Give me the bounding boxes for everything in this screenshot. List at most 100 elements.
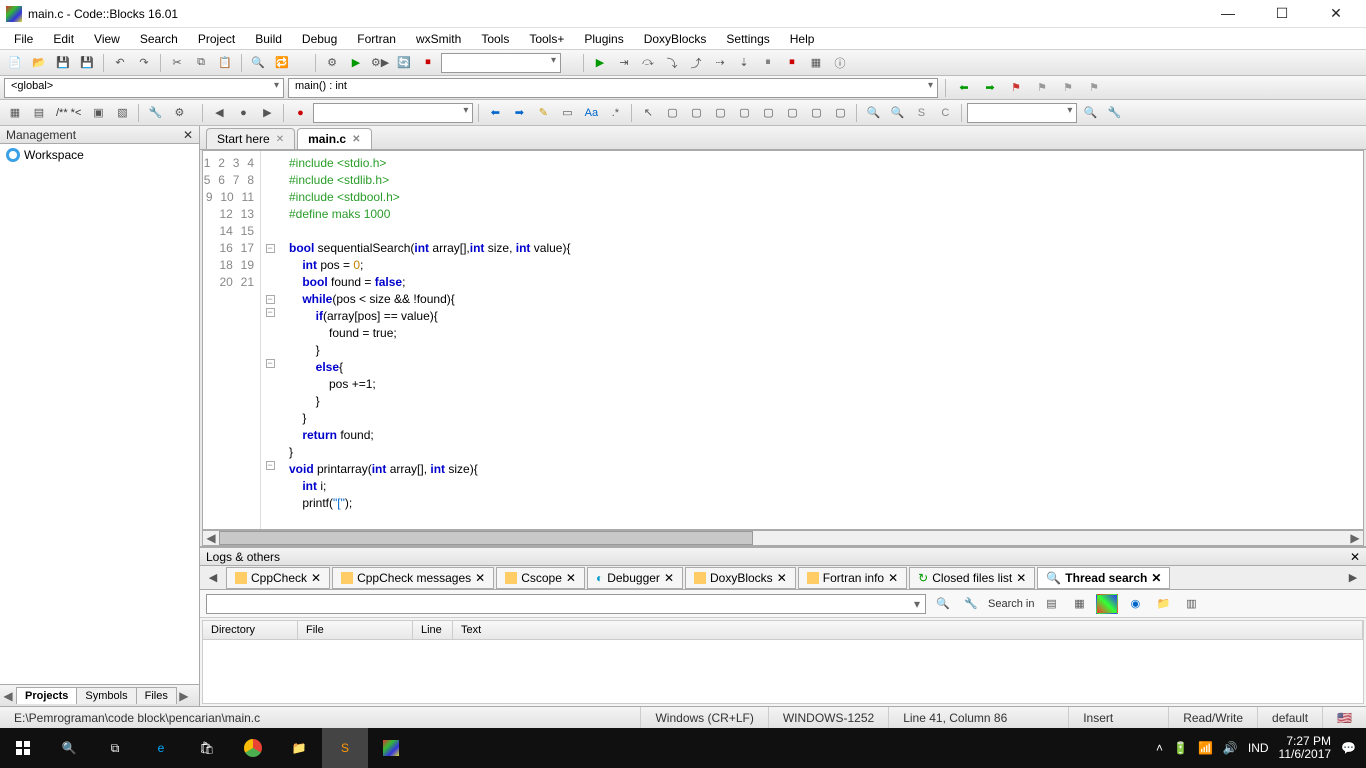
menu-plugins[interactable]: Plugins [576, 30, 631, 48]
scope-target-icon[interactable]: ◉ [1124, 594, 1146, 614]
workspace-tree[interactable]: Workspace [0, 144, 199, 684]
find-icon[interactable]: 🔍 [247, 53, 269, 73]
tab-close-icon[interactable]: ✕ [888, 571, 898, 585]
mgmt-tab-files[interactable]: Files [136, 687, 177, 704]
logs-tab-cscope[interactable]: Cscope✕ [496, 567, 585, 589]
management-close-icon[interactable]: ✕ [183, 128, 193, 142]
jump-fwd-icon[interactable]: ▶ [256, 103, 278, 123]
tab-close-icon[interactable]: ✕ [276, 134, 284, 145]
box5-icon[interactable]: ▢ [757, 103, 779, 123]
wifi-icon[interactable]: 📶 [1198, 741, 1213, 755]
workspace-node[interactable]: Workspace [6, 148, 193, 162]
tray-expand-icon[interactable]: ˄ [1156, 741, 1163, 755]
scope-workspace-icon[interactable]: ▦ [1096, 594, 1118, 614]
edge-icon[interactable]: e [138, 728, 184, 768]
nav-forward-icon[interactable]: ➡ [979, 78, 1001, 98]
maximize-button[interactable]: ☐ [1264, 5, 1300, 22]
build-run-icon[interactable]: ⚙▶ [369, 53, 391, 73]
bookmark-toggle-icon[interactable]: ⚑ [1005, 78, 1027, 98]
debug-break-icon[interactable]: ⏸ [757, 53, 779, 73]
menu-doxyblocks[interactable]: DoxyBlocks [636, 30, 715, 48]
box1-icon[interactable]: ▢ [661, 103, 683, 123]
bookmark-clear-icon[interactable]: ⚑ [1083, 78, 1105, 98]
volume-icon[interactable]: 🔊 [1223, 741, 1238, 755]
menu-project[interactable]: Project [190, 30, 243, 48]
menu-edit[interactable]: Edit [45, 30, 82, 48]
box7-icon[interactable]: ▢ [805, 103, 827, 123]
zoom-out-icon[interactable]: 🔍 [886, 103, 908, 123]
search-run-icon[interactable]: 🔍 [932, 594, 954, 614]
highlight-icon[interactable]: ✎ [532, 103, 554, 123]
tab-close-icon[interactable]: ✕ [566, 571, 576, 585]
fold-column[interactable]: − − − − − [261, 151, 279, 529]
debug-step-out-icon[interactable]: ⤴ [685, 53, 707, 73]
debug-start-icon[interactable]: ▶ [589, 53, 611, 73]
copy-icon[interactable]: ⧉ [190, 53, 212, 73]
debug-run-to-cursor-icon[interactable]: ⇥ [613, 53, 635, 73]
search-dropdown[interactable] [967, 103, 1077, 123]
fold-toggle-icon[interactable]: − [266, 359, 275, 368]
code-content[interactable]: #include <stdio.h> #include <stdlib.h> #… [279, 151, 1363, 529]
doxy-wrench-icon[interactable]: 🔧 [144, 103, 166, 123]
debug-windows-icon[interactable]: ▦ [805, 53, 827, 73]
scope-function-dropdown[interactable]: main() : int [288, 78, 938, 98]
prev-mark-icon[interactable]: ⬅ [484, 103, 506, 123]
doxy-block-icon[interactable]: ▦ [4, 103, 26, 123]
tab-close-icon[interactable]: ✕ [664, 571, 674, 585]
menu-file[interactable]: File [6, 30, 41, 48]
col-text[interactable]: Text [453, 621, 1363, 639]
paste-icon[interactable]: 📋 [214, 53, 236, 73]
logs-tab-closed-files[interactable]: ↻Closed files list✕ [909, 567, 1035, 589]
store-icon[interactable]: 🛍 [184, 728, 230, 768]
mgmt-tab-projects[interactable]: Projects [16, 687, 77, 704]
fold-toggle-icon[interactable]: − [266, 244, 275, 253]
scrollbar-thumb[interactable] [219, 531, 753, 545]
debug-info-icon[interactable]: ⓘ [829, 53, 851, 73]
fold-toggle-icon[interactable]: − [266, 308, 275, 317]
tab-close-icon[interactable]: ✕ [1016, 571, 1026, 585]
logs-tab-cppcheck[interactable]: CppCheck✕ [226, 567, 330, 589]
menu-tools[interactable]: Tools [473, 30, 517, 48]
doxy-html-icon[interactable]: ▧ [111, 103, 133, 123]
mgmt-tab-right-arrow-icon[interactable]: ▶ [176, 689, 192, 703]
record-icon[interactable]: ● [289, 103, 311, 123]
clock[interactable]: 7:27 PM 11/6/2017 [1279, 735, 1332, 761]
task-view-icon[interactable]: ⧉ [92, 728, 138, 768]
open-file-icon[interactable]: 📂 [28, 53, 50, 73]
minimize-button[interactable]: — [1210, 5, 1246, 22]
tab-close-icon[interactable]: ✕ [352, 134, 360, 145]
build-target-dropdown[interactable] [441, 53, 561, 73]
menu-help[interactable]: Help [782, 30, 823, 48]
build-icon[interactable]: ⚙ [321, 53, 343, 73]
debug-stop-icon[interactable]: ⏹ [781, 53, 803, 73]
cut-icon[interactable]: ✂ [166, 53, 188, 73]
bookmark-next-icon[interactable]: ⚑ [1057, 78, 1079, 98]
sublime-icon[interactable]: S [322, 728, 368, 768]
fold-toggle-icon[interactable]: − [266, 461, 275, 470]
redo-icon[interactable]: ↷ [133, 53, 155, 73]
horizontal-scrollbar[interactable]: ◀ ▶ [202, 530, 1364, 546]
scope-project-icon[interactable]: ▦ [1068, 594, 1090, 614]
search-term-input[interactable] [206, 594, 926, 614]
search-results-table[interactable]: Directory File Line Text [202, 620, 1364, 704]
tab-close-icon[interactable]: ✕ [777, 571, 787, 585]
file-explorer-icon[interactable]: 📁 [276, 728, 322, 768]
regex-icon[interactable]: .* [604, 103, 626, 123]
box2-icon[interactable]: ▢ [685, 103, 707, 123]
debug-next-instr-icon[interactable]: ⇢ [709, 53, 731, 73]
new-file-icon[interactable]: 📄 [4, 53, 26, 73]
logs-tab-fortran[interactable]: Fortran info✕ [798, 567, 907, 589]
menu-toolsplus[interactable]: Tools+ [521, 30, 572, 48]
start-button[interactable] [0, 728, 46, 768]
box8-icon[interactable]: ▢ [829, 103, 851, 123]
mgmt-tab-left-arrow-icon[interactable]: ◀ [0, 689, 16, 703]
fold-toggle-icon[interactable]: − [266, 295, 275, 304]
close-button[interactable]: ✕ [1318, 5, 1354, 22]
scope-mask-icon[interactable]: ▥ [1180, 594, 1202, 614]
debug-step-into-icon[interactable]: ⤵ [661, 53, 683, 73]
match-case-icon[interactable]: Aa [580, 103, 602, 123]
menu-wxsmith[interactable]: wxSmith [408, 30, 469, 48]
language-indicator[interactable]: IND [1248, 741, 1269, 755]
menu-fortran[interactable]: Fortran [349, 30, 404, 48]
undo-icon[interactable]: ↶ [109, 53, 131, 73]
